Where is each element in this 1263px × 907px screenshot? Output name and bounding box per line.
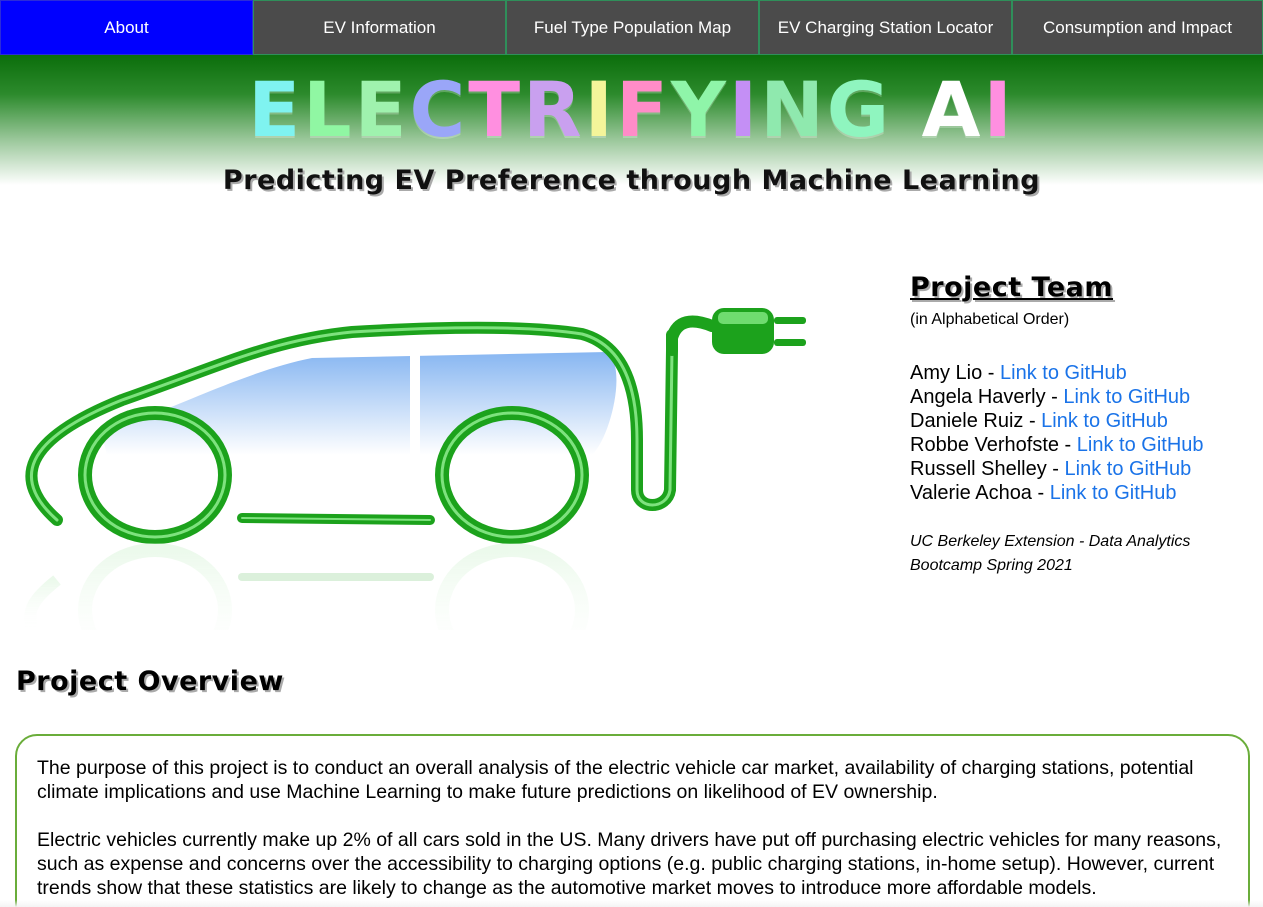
site-subtitle: Predicting EV Preference through Machine…: [222, 165, 1041, 196]
member-name: Daniele Ruiz: [910, 410, 1024, 432]
title-letter: E: [354, 65, 410, 154]
title-letter: I: [728, 65, 761, 154]
overview-box: The purpose of this project is to conduc…: [15, 734, 1250, 907]
title-letter: R: [523, 65, 585, 154]
title-letter: E: [248, 65, 304, 154]
team-heading: Project Team: [910, 272, 1114, 303]
team-member: Amy Lio - Link to GitHub: [910, 362, 1127, 384]
title-letter: [892, 65, 921, 154]
member-name: Russell Shelley: [910, 458, 1047, 480]
member-name: Robbe Verhofste: [910, 434, 1059, 456]
page-bottom-edge: [0, 900, 1263, 907]
title-letter: T: [468, 65, 524, 154]
title-letter: I: [584, 65, 616, 154]
github-link[interactable]: Link to GitHub: [1000, 362, 1127, 384]
school-note: UC Berkeley Extension - Data Analytics B…: [910, 533, 1191, 574]
team-member: Angela Haverly - Link to GitHub: [910, 386, 1191, 408]
github-link[interactable]: Link to GitHub: [1065, 458, 1192, 480]
team-member: Daniele Ruiz - Link to GitHub: [910, 410, 1168, 432]
team-member: Russell Shelley - Link to GitHub: [910, 458, 1192, 480]
title-letter: F: [615, 65, 671, 154]
overview-paragraph: The purpose of this project is to conduc…: [37, 757, 1194, 803]
title-letter: N: [760, 65, 827, 154]
nav-tab-charging-locator[interactable]: EV Charging Station Locator: [759, 0, 1012, 55]
site-title: ELECTRIFYING AI: [0, 65, 1263, 155]
team-member: Robbe Verhofste - Link to GitHub: [910, 434, 1204, 456]
member-name: Valerie Achoa: [910, 482, 1032, 504]
title-letter: G: [826, 65, 893, 154]
nav-tab-fuel-type-map[interactable]: Fuel Type Population Map: [506, 0, 759, 55]
title-letter: A: [921, 65, 984, 154]
team-member: Valerie Achoa - Link to GitHub: [910, 482, 1177, 504]
github-link[interactable]: Link to GitHub: [1063, 386, 1190, 408]
team-list: Amy Lio - Link to GitHub Angela Haverly …: [910, 361, 1250, 505]
title-letter: C: [409, 65, 469, 154]
nav-tab-ev-information[interactable]: EV Information: [253, 0, 506, 55]
member-name: Amy Lio: [910, 362, 983, 384]
team-order-note: (in Alphabetical Order): [910, 311, 1070, 328]
nav-tab-consumption-impact[interactable]: Consumption and Impact: [1012, 0, 1263, 55]
github-link[interactable]: Link to GitHub: [1077, 434, 1204, 456]
github-link[interactable]: Link to GitHub: [1041, 410, 1168, 432]
project-team-section: Project Team (in Alphabetical Order) Amy…: [910, 272, 1250, 578]
github-link[interactable]: Link to GitHub: [1050, 482, 1177, 504]
title-letter: I: [983, 65, 1015, 154]
member-name: Angela Haverly: [910, 386, 1046, 408]
overview-paragraph: Electric vehicles currently make up 2% o…: [37, 829, 1222, 899]
title-letter: L: [303, 65, 355, 154]
ev-car-plug-icon: [24, 308, 806, 630]
title-letter: Y: [670, 65, 729, 154]
top-nav: About EV Information Fuel Type Populatio…: [0, 0, 1263, 55]
nav-tab-about[interactable]: About: [0, 0, 253, 55]
overview-heading: Project Overview: [16, 666, 284, 697]
